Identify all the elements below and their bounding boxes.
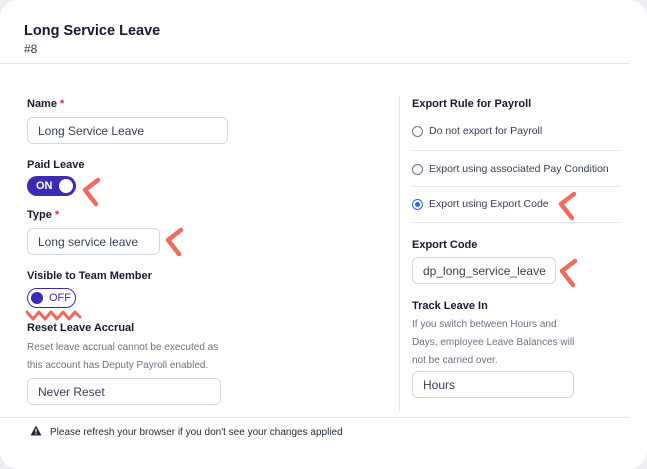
paid-leave-label: Paid Leave — [27, 159, 85, 171]
paid-leave-toggle-state: ON — [36, 180, 53, 192]
reset-accrual-label: Reset Leave Accrual — [27, 322, 135, 334]
footer-message: Please refresh your browser if you don't… — [50, 426, 343, 438]
track-help-line: Days, employee Leave Balances will — [412, 337, 575, 348]
export-option-none[interactable]: Do not export for Payroll — [412, 125, 620, 137]
track-leave-select[interactable]: Hours — [412, 371, 574, 398]
export-option-label: Export using Export Code — [429, 198, 549, 210]
name-input-value: Long Service Leave — [38, 123, 145, 138]
reset-help-line: Reset leave accrual cannot be executed a… — [27, 342, 219, 353]
visible-toggle[interactable]: OFF — [27, 288, 76, 308]
radio-icon[interactable] — [412, 125, 423, 137]
reset-accrual-select[interactable]: Never Reset — [27, 378, 221, 405]
page-title: Long Service Leave — [24, 23, 161, 39]
export-option-label: Export using associated Pay Condition — [429, 163, 609, 175]
track-leave-value: Hours — [423, 377, 456, 392]
option-divider — [412, 186, 620, 187]
track-help-line: If you switch between Hours and — [412, 319, 557, 330]
export-option-pay-condition[interactable]: Export using associated Pay Condition — [412, 163, 620, 175]
export-code-value: dp_long_service_leave — [423, 263, 546, 278]
export-rule-label: Export Rule for Payroll — [412, 98, 532, 110]
leave-type-card: Long Service Leave #8 Name * Long Service… — [0, 0, 647, 469]
footer-divider — [0, 417, 630, 418]
radio-selected-icon[interactable] — [412, 198, 423, 210]
annotation-chevron-icon — [559, 258, 578, 288]
paid-leave-toggle[interactable]: ON — [27, 176, 76, 196]
export-code-label: Export Code — [412, 239, 478, 251]
footer-notice: Please refresh your browser if you don't… — [30, 425, 343, 439]
reset-accrual-value: Never Reset — [38, 384, 105, 399]
reset-accrual-help: Reset leave accrual cannot be executed a… — [27, 339, 218, 375]
reset-help-line: this account has Deputy Payroll enabled. — [27, 360, 209, 371]
column-divider — [399, 96, 400, 411]
visible-label: Visible to Team Member — [27, 270, 152, 282]
header-divider — [0, 63, 630, 64]
required-marker: * — [54, 209, 60, 221]
export-option-label: Do not export for Payroll — [429, 125, 543, 137]
track-leave-help: If you switch between Hours and Days, em… — [412, 316, 574, 370]
export-option-export-code[interactable]: Export using Export Code — [412, 198, 620, 210]
name-input[interactable]: Long Service Leave — [27, 117, 228, 144]
annotation-chevron-icon — [165, 227, 184, 257]
type-label: Type * — [27, 209, 59, 221]
page-header: Long Service Leave #8 — [24, 23, 160, 56]
export-code-input[interactable]: dp_long_service_leave — [412, 257, 556, 284]
option-divider — [412, 222, 620, 223]
track-help-line: not be carried over. — [412, 355, 498, 366]
toggle-knob — [59, 179, 73, 193]
type-label-text: Type — [27, 209, 52, 221]
annotation-squiggle-icon — [25, 310, 82, 321]
annotation-chevron-icon — [558, 191, 577, 221]
visible-toggle-state: OFF — [49, 292, 71, 304]
toggle-knob — [31, 292, 43, 304]
track-leave-label: Track Leave In — [412, 300, 488, 312]
page-subtitle: #8 — [24, 42, 38, 56]
warning-icon — [30, 425, 42, 439]
option-divider — [412, 150, 620, 151]
annotation-chevron-icon — [82, 177, 101, 207]
type-select-value: Long service leave — [38, 234, 139, 249]
type-select[interactable]: Long service leave — [27, 228, 160, 255]
name-label: Name * — [27, 98, 64, 110]
required-marker: * — [59, 98, 65, 110]
radio-icon[interactable] — [412, 163, 423, 175]
name-label-text: Name — [27, 98, 57, 110]
